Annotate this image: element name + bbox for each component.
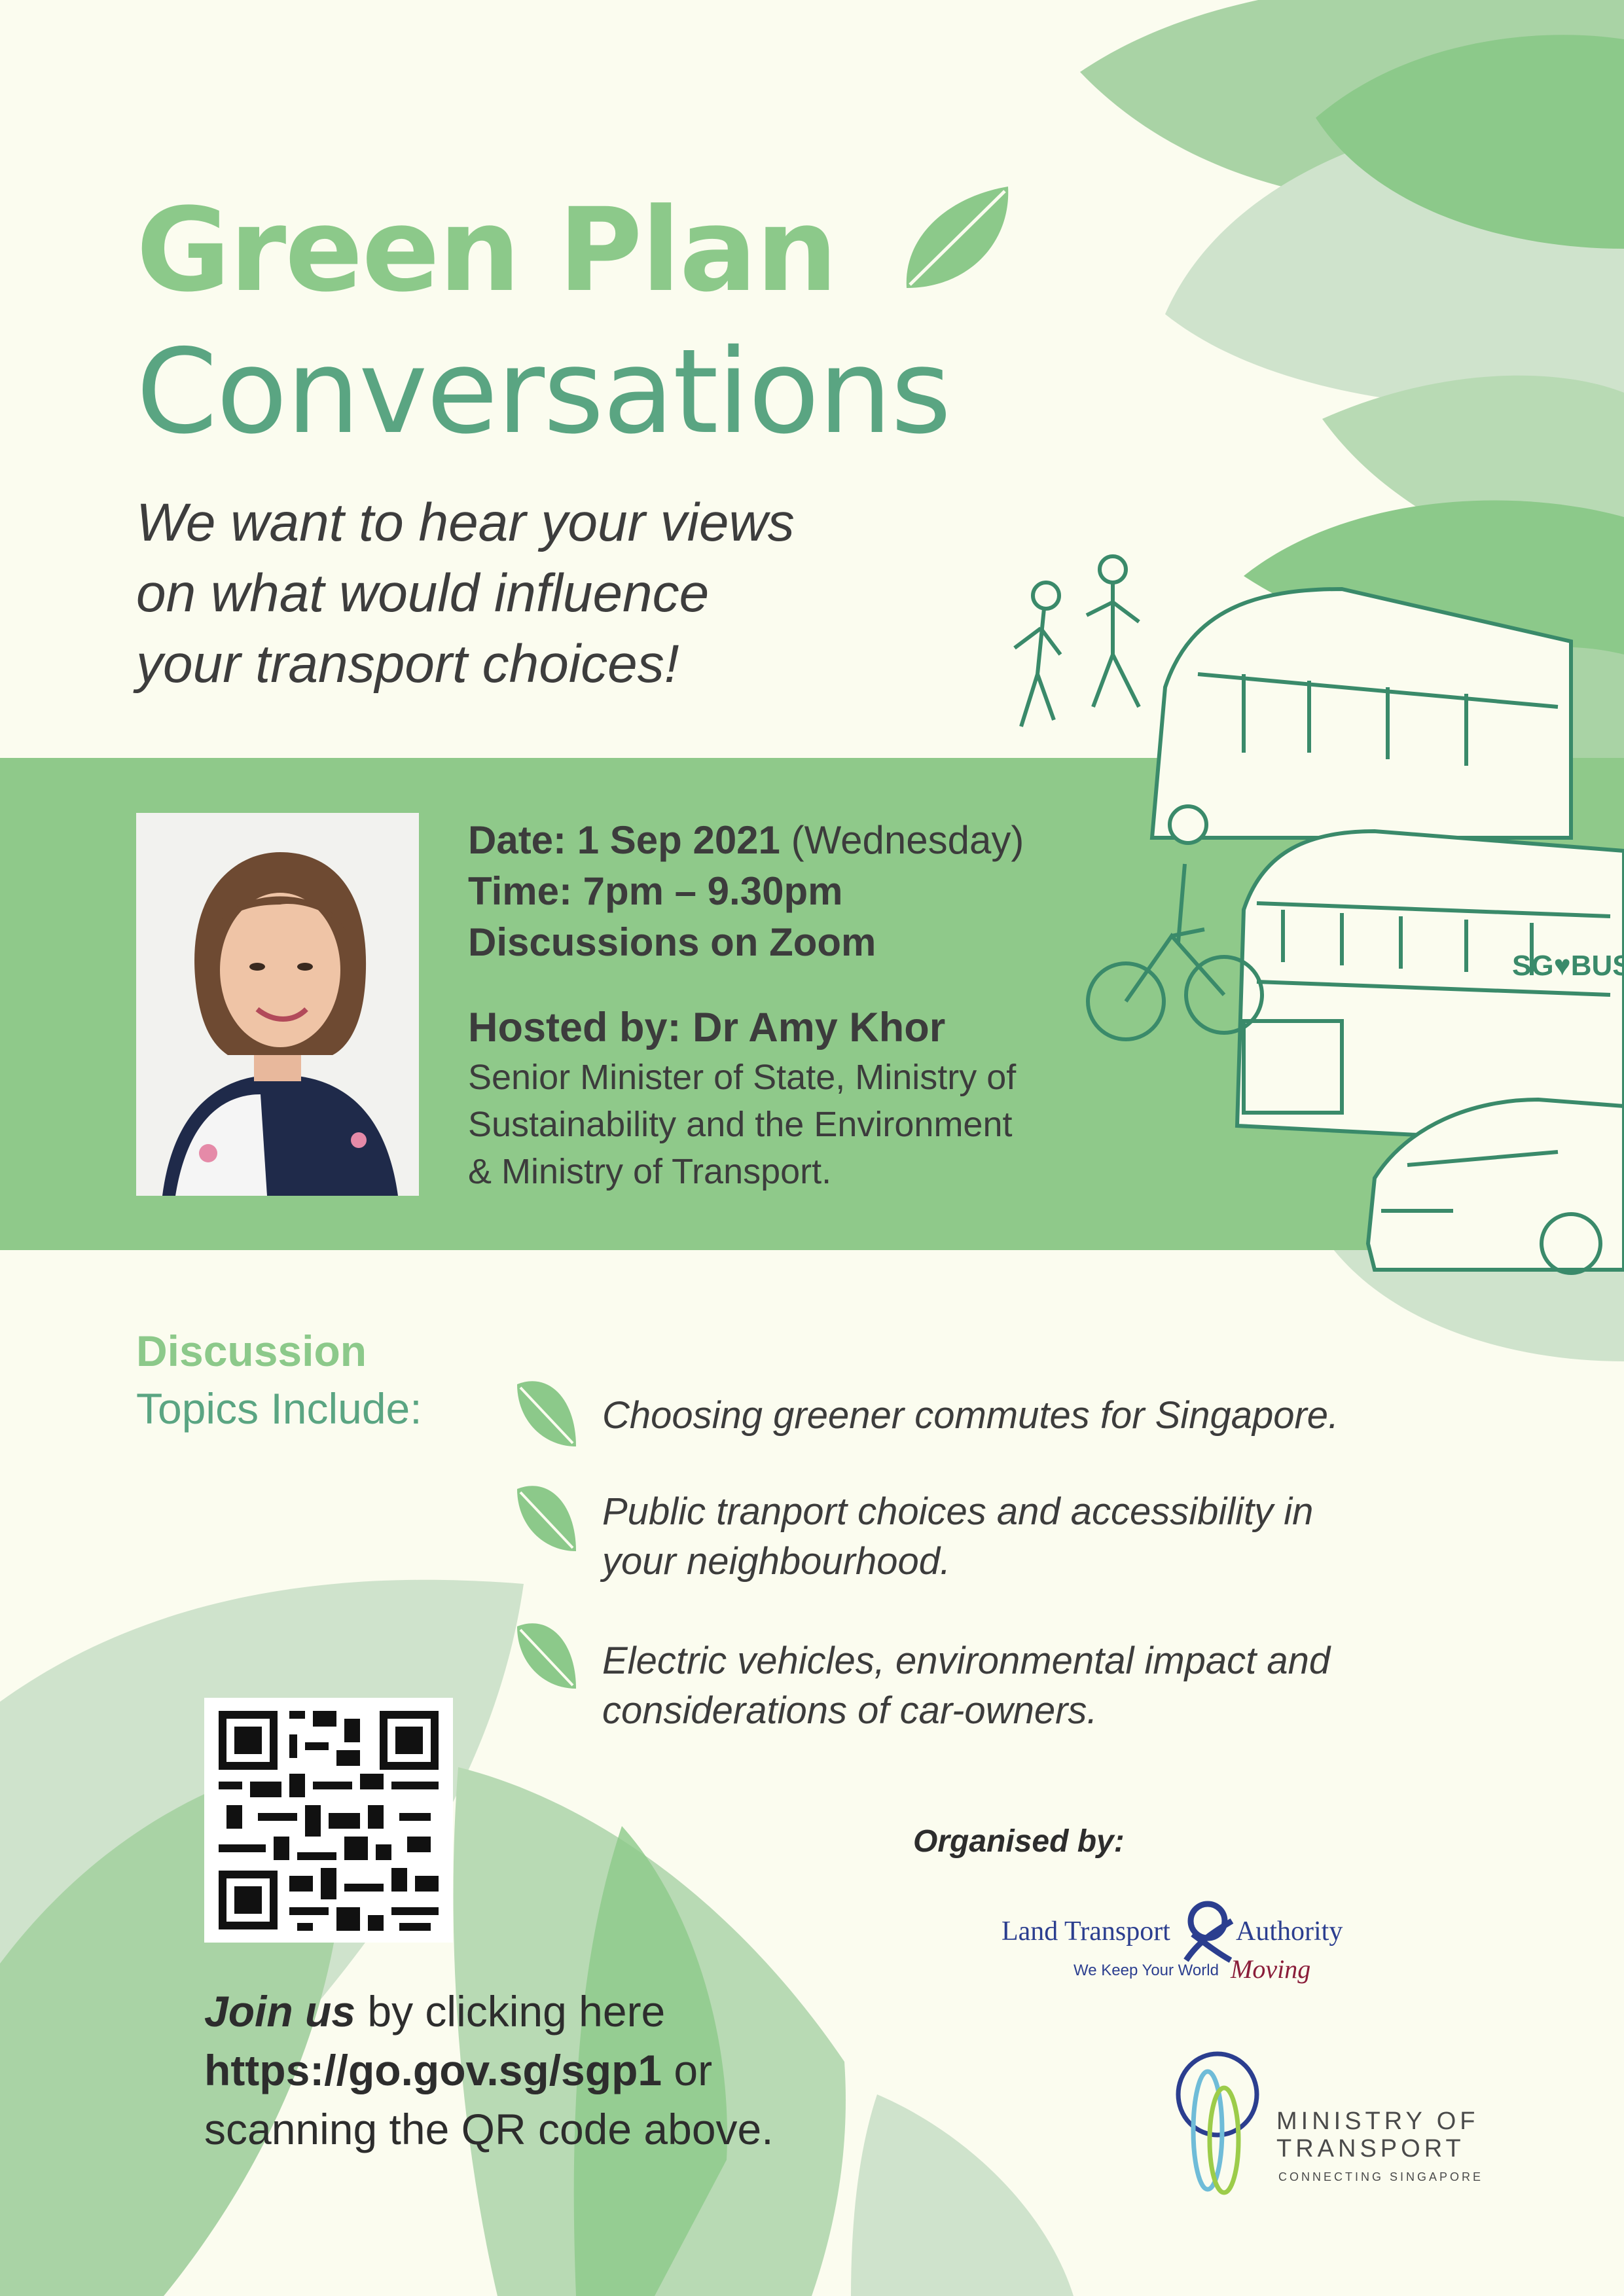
organiser-label: Organised by: <box>913 1824 1125 1859</box>
topic-item-1-line-1: Choosing greener commutes for Singapore. <box>602 1394 1339 1437</box>
join-url-rest: or <box>662 2046 713 2094</box>
topic-bullets <box>517 1381 576 1689</box>
leaf-bullet-icon <box>517 1381 576 1446</box>
topic-item-3-line-2: considerations of car-owners. <box>602 1689 1098 1732</box>
lta-tagline: We Keep Your World <box>1074 1962 1219 1979</box>
lta-emblem-icon <box>1183 1901 1234 1963</box>
join-instructions: Join us by clicking here https://go.gov.… <box>204 1982 990 2159</box>
qr-code-icon <box>204 1698 453 1943</box>
mot-emblem-icon <box>1176 2051 1259 2195</box>
topic-item-3-line-1: Electric vehicles, environmental impact … <box>602 1640 1331 1682</box>
lta-logo: Land Transport Authority We Keep Your Wo… <box>1001 1895 1368 1986</box>
topic-item-1: Choosing greener commutes for Singapore. <box>602 1391 1453 1441</box>
lta-name-right: Authority <box>1236 1916 1343 1946</box>
mot-name-line-2: TRANSPORT <box>1276 2135 1465 2162</box>
lta-tagline-script: Moving <box>1231 1954 1311 1984</box>
mot-logo: MINISTRY OF TRANSPORT CONNECTING SINGAPO… <box>1162 2042 1489 2199</box>
topic-item-2-line-1: Public tranport choices and accessibilit… <box>602 1490 1314 1533</box>
lta-name-left: Land Transport <box>1001 1916 1170 1946</box>
mot-tagline: CONNECTING SINGAPORE <box>1278 2170 1484 2183</box>
flyer-page: Green Plan Conversations We want to hear… <box>0 0 1624 2296</box>
join-lead: Join us <box>204 1987 356 2036</box>
join-lead-rest: by clicking here <box>355 1987 666 2036</box>
join-url-link[interactable]: https://go.gov.sg/sgp1 <box>204 2046 662 2094</box>
leaf-bullet-icon <box>517 1623 576 1689</box>
topic-item-2: Public tranport choices and accessibilit… <box>602 1487 1453 1587</box>
mot-name-line-1: MINISTRY OF <box>1276 2108 1479 2135</box>
topic-item-3: Electric vehicles, environmental impact … <box>602 1636 1453 1736</box>
leaf-bullet-icon <box>517 1486 576 1551</box>
join-line-3: scanning the QR code above. <box>204 2105 774 2153</box>
qr-code[interactable] <box>204 1698 453 1943</box>
topic-item-2-line-2: your neighbourhood. <box>602 1540 951 1583</box>
